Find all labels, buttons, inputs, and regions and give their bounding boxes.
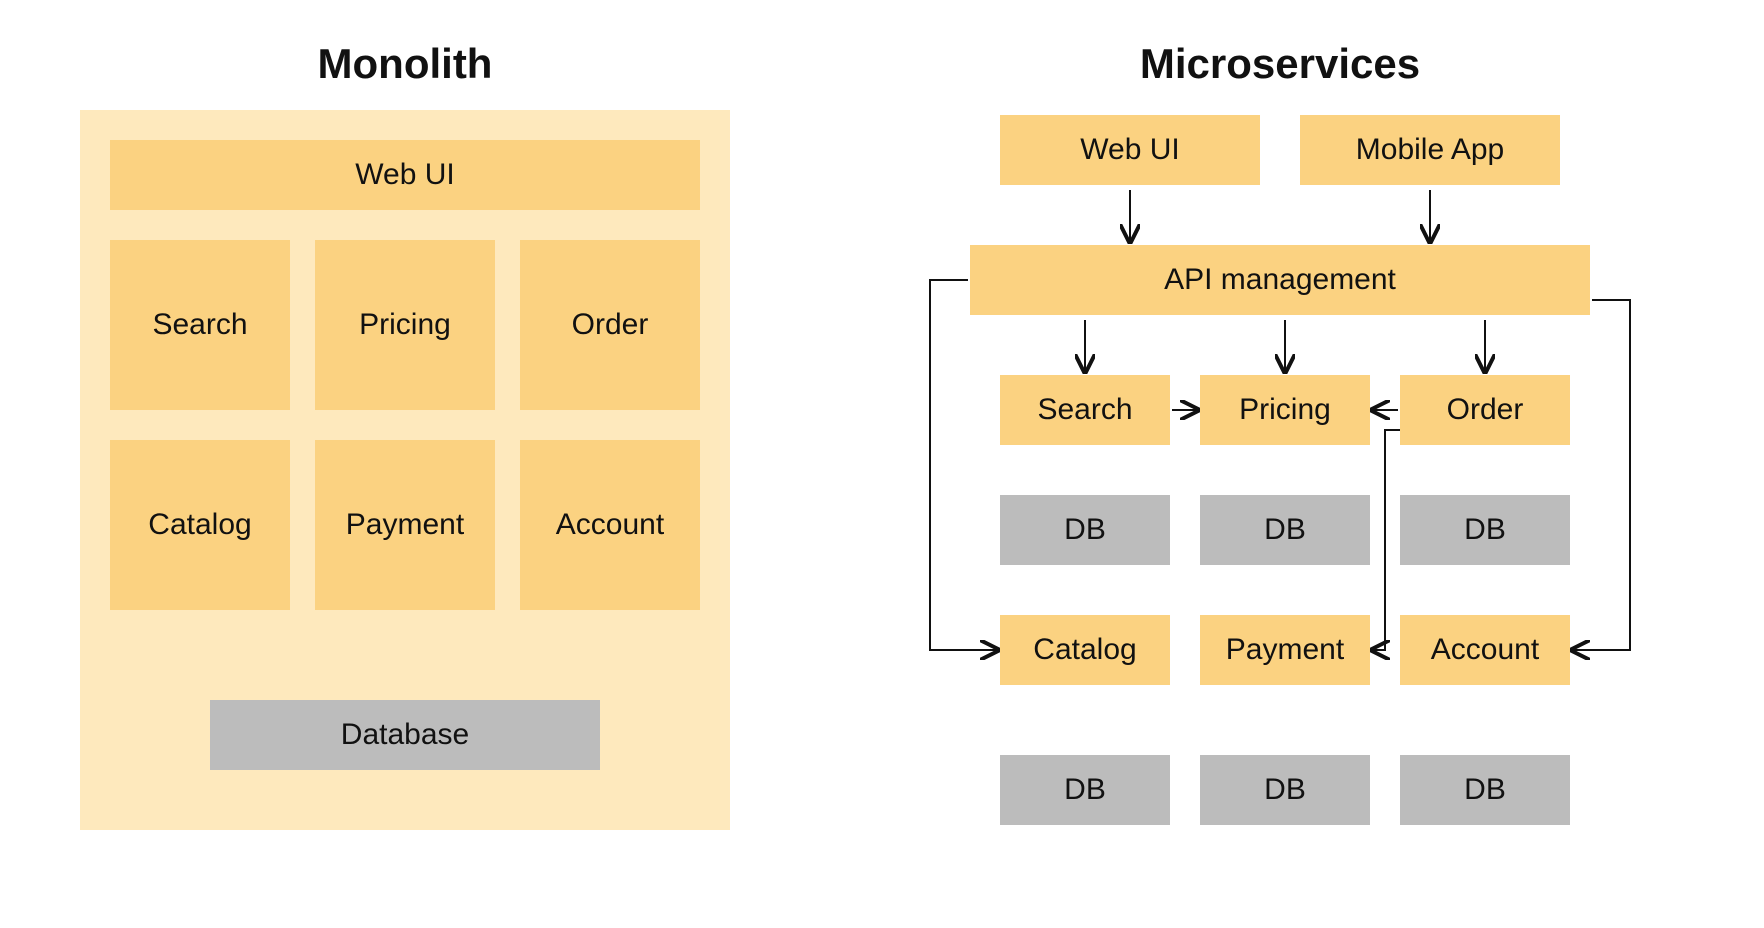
- ms-service-catalog: Catalog: [1000, 615, 1170, 685]
- monolith-module-search: Search: [110, 240, 290, 410]
- ms-db-1: DB: [1000, 495, 1170, 565]
- ms-client-webui: Web UI: [1000, 115, 1260, 185]
- monolith-module-account: Account: [520, 440, 700, 610]
- ms-service-pricing: Pricing: [1200, 375, 1370, 445]
- ms-db-4: DB: [1000, 755, 1170, 825]
- monolith-module-payment: Payment: [315, 440, 495, 610]
- monolith-webui: Web UI: [110, 140, 700, 210]
- ms-db-6: DB: [1400, 755, 1570, 825]
- ms-service-account: Account: [1400, 615, 1570, 685]
- monolith-module-order: Order: [520, 240, 700, 410]
- monolith-module-pricing: Pricing: [315, 240, 495, 410]
- microservices-title: Microservices: [960, 40, 1600, 88]
- ms-client-mobileapp: Mobile App: [1300, 115, 1560, 185]
- ms-service-order: Order: [1400, 375, 1570, 445]
- monolith-title: Monolith: [80, 40, 730, 88]
- ms-db-2: DB: [1200, 495, 1370, 565]
- monolith-module-catalog: Catalog: [110, 440, 290, 610]
- ms-api-management: API management: [970, 245, 1590, 315]
- ms-db-5: DB: [1200, 755, 1370, 825]
- ms-db-3: DB: [1400, 495, 1570, 565]
- ms-service-payment: Payment: [1200, 615, 1370, 685]
- ms-service-search: Search: [1000, 375, 1170, 445]
- monolith-database: Database: [210, 700, 600, 770]
